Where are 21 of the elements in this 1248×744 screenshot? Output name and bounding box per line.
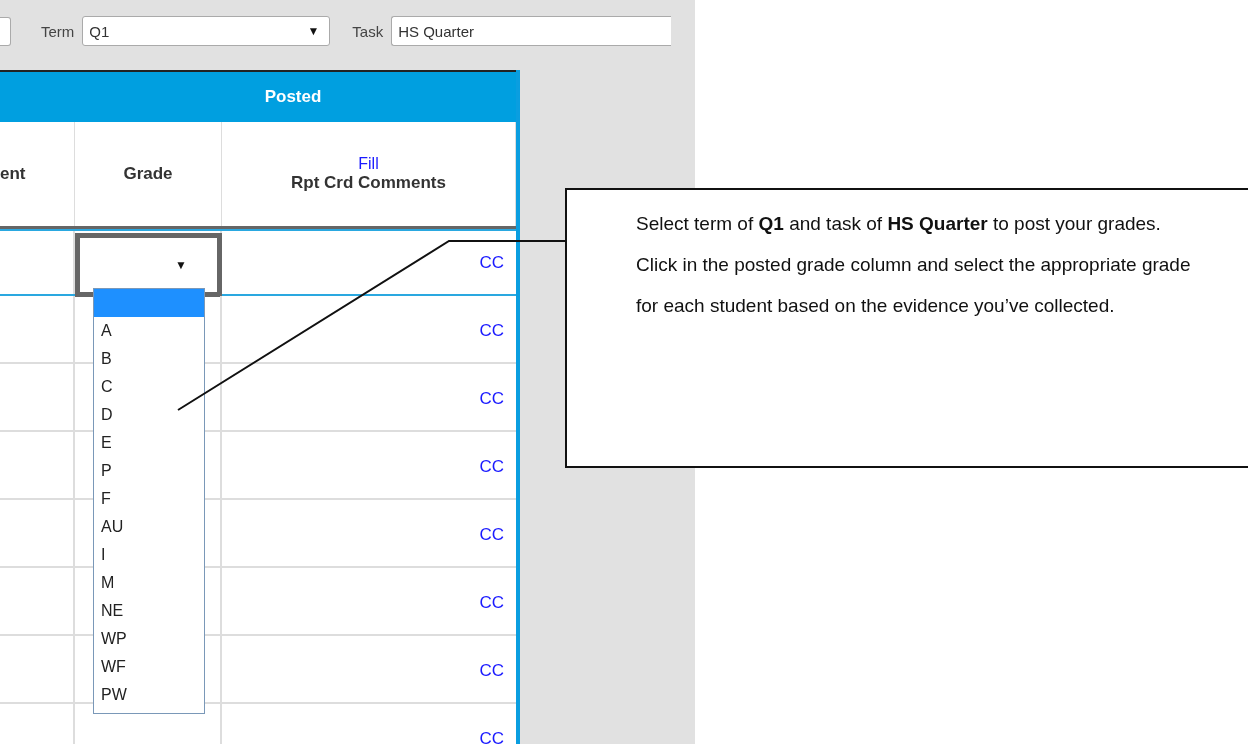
column-header: Rpt Crd Comments [291, 173, 446, 193]
grade-select[interactable]: ▼ [75, 233, 222, 297]
callout-text: Select term of Q1 and task of HS Quarter to post your grades. Click in the posted grade column and select the appropriate grade for each student based on the evidence you’ve collected. [636, 212, 1192, 318]
caret-icon: ▼ [307, 24, 320, 38]
column-header: ent [0, 164, 26, 184]
comment-link[interactable]: CC [479, 525, 504, 545]
group-header: Posted [0, 70, 516, 122]
task-label: Task [352, 22, 384, 40]
fill-link[interactable]: Fill [358, 155, 379, 173]
comment-link[interactable]: CC [479, 321, 504, 341]
caret-icon: ▼ [175, 258, 187, 272]
term-label: Term [41, 22, 75, 40]
task-field[interactable]: HS Quarter [391, 16, 672, 46]
term-select[interactable]: Q1 ▼ [82, 16, 331, 46]
comment-link[interactable]: CC [479, 661, 504, 681]
comment-link[interactable]: CC [479, 457, 504, 477]
comment-link[interactable]: CC [479, 389, 504, 409]
column-header: Grade [123, 164, 173, 184]
comment-link[interactable]: CC [479, 252, 504, 273]
comment-link[interactable]: CC [479, 593, 504, 613]
comment-link[interactable]: CC [479, 729, 504, 744]
